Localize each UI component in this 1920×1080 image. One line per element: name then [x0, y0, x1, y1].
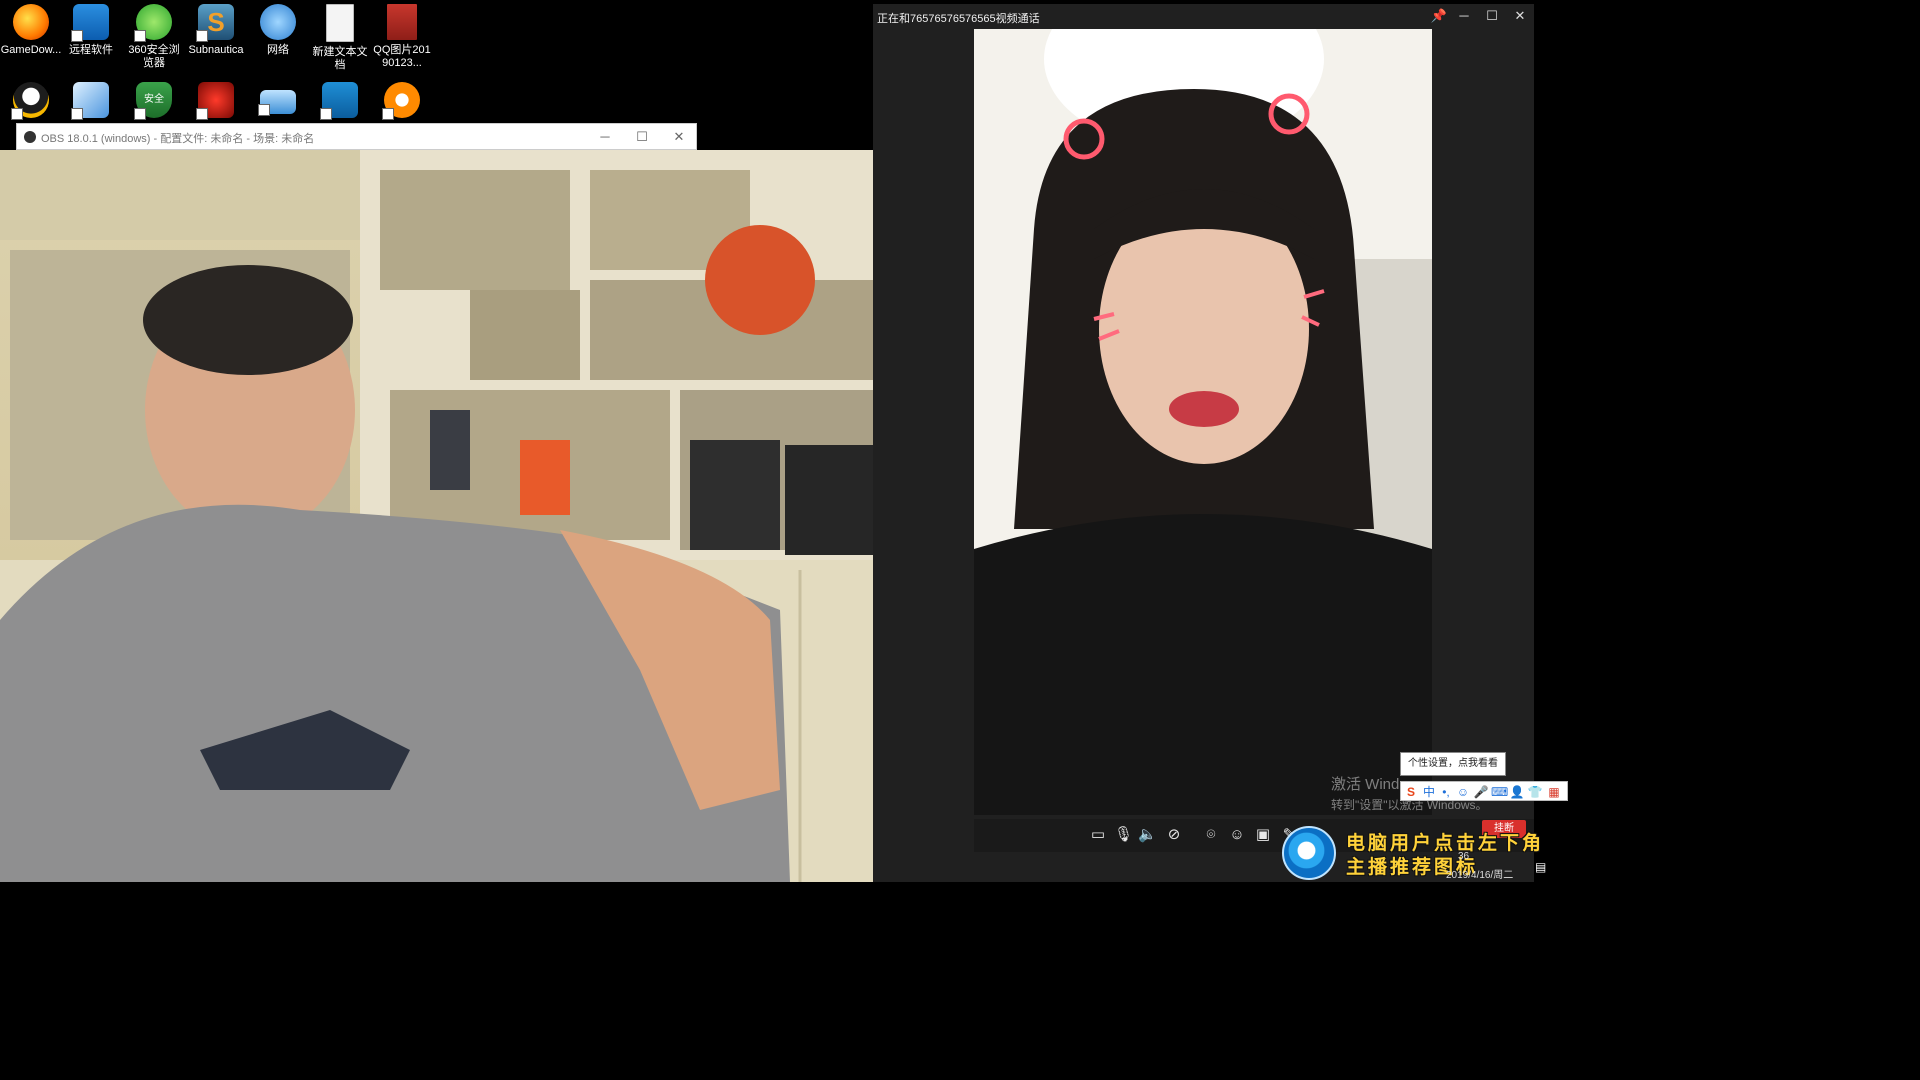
ime-punctuation-icon[interactable]: •, — [1438, 784, 1454, 800]
desktop-icon-label: 网络 — [267, 44, 289, 56]
desktop-icon-label: Subnautica — [188, 44, 244, 56]
ime-emoji-icon[interactable]: ☺ — [1455, 784, 1471, 800]
video-player-icon — [382, 82, 420, 120]
remote-video-feed — [974, 29, 1432, 815]
ime-chinese-mode[interactable]: 中 — [1421, 784, 1437, 800]
promo-line-1: 电脑用户点击左下角 — [1346, 833, 1545, 854]
desktop-icon-qq-image[interactable]: QQ图片20190123... — [371, 4, 433, 70]
qq-penguin-icon — [11, 82, 49, 120]
desktop-icon-app[interactable] — [60, 82, 122, 122]
desktop-icon-qq[interactable] — [0, 82, 62, 122]
desktop-icon-game[interactable] — [309, 82, 371, 122]
desktop-icon-text-document[interactable]: 新建文本文档 — [309, 4, 371, 72]
ime-user-icon[interactable]: 👤 — [1509, 784, 1525, 800]
ime-skin-icon[interactable]: 👕 — [1527, 784, 1543, 800]
360-security-icon: 安全 — [134, 82, 172, 120]
obs-close-button[interactable]: ✕ — [665, 126, 693, 148]
call-window-title: 正在和76576576576565视频通话 — [877, 13, 1040, 25]
sogou-logo-icon[interactable]: S — [1403, 784, 1419, 800]
ime-voice-icon[interactable]: 🎤 — [1473, 784, 1489, 800]
call-minimize-button[interactable]: ─ — [1452, 6, 1476, 26]
subnautica-icon: S — [196, 4, 234, 42]
gamedownloader-icon — [13, 4, 49, 40]
360-browser-icon — [134, 4, 172, 42]
effects-icon[interactable]: ☺ — [1228, 826, 1246, 844]
ime-tooltip[interactable]: 个性设置，点我看看 — [1400, 752, 1506, 776]
remote-participant-scene — [974, 29, 1432, 815]
video-call-window[interactable]: 正在和76576576576565视频通话 📌 ─ ☐ ✕ ▭ 🎙 🔈 ⊘ ⌾ — [873, 4, 1534, 882]
ime-toolbar[interactable]: S 中 •, ☺ 🎤 ⌨ 👤 👕 ▦ — [1400, 781, 1568, 801]
desktop-icon-network[interactable]: 网络 — [247, 4, 309, 57]
app-shortcut-icon — [71, 82, 109, 120]
desktop-icon-label: 360安全浏览器 — [128, 44, 180, 69]
tray-clock-time: 36 — [1458, 851, 1470, 862]
microphone-icon[interactable]: 🎙 — [1114, 826, 1133, 844]
text-document-icon — [326, 4, 354, 42]
tray-clock-date: 2019/4/16/周二 — [1446, 870, 1514, 881]
call-maximize-button[interactable]: ☐ — [1480, 6, 1504, 26]
desktop-icon-360-browser[interactable]: 360安全浏览器 — [123, 4, 185, 70]
red-hand-icon — [196, 82, 234, 120]
call-close-button[interactable]: ✕ — [1508, 6, 1532, 26]
ime-toolbox-icon[interactable]: ▦ — [1546, 784, 1562, 800]
desktop-icon-360-security[interactable]: 安全 — [123, 82, 185, 122]
desktop-icon-red-hand[interactable] — [185, 82, 247, 122]
promo-logo-icon — [1282, 826, 1336, 880]
call-pin-button[interactable]: 📌 — [1427, 6, 1451, 26]
obs-window-title: OBS 18.0.1 (windows) - 配置文件: 未命名 - 场景: 未… — [41, 133, 315, 145]
computer-icon — [258, 90, 296, 116]
camera-off-icon[interactable]: ⊘ — [1165, 826, 1183, 844]
desktop-icon-remote[interactable]: 远程软件 — [60, 4, 122, 57]
obs-maximize-button[interactable]: ☐ — [628, 126, 656, 148]
streamer-promo-overlay[interactable]: 电脑用户点击左下角 主播推荐图标 — [1280, 822, 1568, 882]
obs-window-titlebar[interactable]: OBS 18.0.1 (windows) - 配置文件: 未命名 - 场景: 未… — [16, 123, 697, 150]
call-window-titlebar[interactable]: 正在和76576576576565视频通话 📌 ─ ☐ ✕ — [873, 4, 1534, 28]
desktop-icon-computer[interactable] — [247, 82, 309, 118]
desktop-icon-subnautica[interactable]: S Subnautica — [185, 4, 247, 57]
streamer-webcam-scene — [0, 150, 974, 882]
security-shield-label: 安全 — [144, 94, 164, 105]
game-controller-icon — [320, 82, 358, 120]
desktop-icon-label: 远程软件 — [69, 44, 113, 56]
desktop-icon-label: 新建文本文档 — [312, 46, 368, 71]
obs-minimize-button[interactable]: ─ — [591, 126, 619, 148]
share-screen-icon[interactable]: ▣ — [1254, 826, 1272, 844]
obs-camera-preview — [0, 150, 974, 882]
ime-keyboard-icon[interactable]: ⌨ — [1491, 784, 1508, 800]
teamviewer-icon — [71, 4, 109, 42]
screenshot-icon[interactable]: ⌾ — [1202, 826, 1220, 844]
speaker-icon[interactable]: 🔈 — [1138, 826, 1157, 844]
desktop-icon-gamedownloader[interactable]: GameDow... — [0, 4, 62, 57]
desktop-icon-label: GameDow... — [0, 44, 62, 56]
desktop-icon-video-player[interactable] — [371, 82, 433, 122]
network-icon — [260, 4, 296, 40]
chat-icon[interactable]: ▭ — [1089, 826, 1107, 844]
desktop-icon-label: QQ图片20190123... — [373, 44, 431, 69]
qq-image-icon — [387, 4, 417, 40]
obs-logo-icon — [24, 131, 36, 143]
action-center-icon[interactable]: ▤ — [1535, 860, 1549, 874]
